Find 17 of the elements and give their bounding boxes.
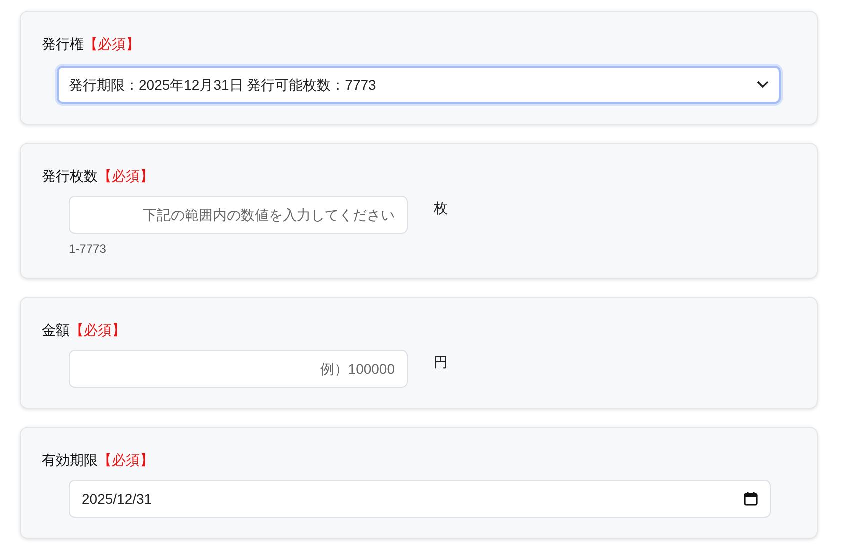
field-label: 発行枚数 [42, 167, 98, 186]
number-input-field[interactable]: 下記の範囲内の数値を入力してください [69, 196, 408, 234]
required-mark: 【必須】 [84, 35, 140, 54]
calendar-icon[interactable] [744, 492, 758, 506]
field-label: 金額 [42, 321, 70, 340]
unit-label: 枚 [434, 199, 448, 218]
required-mark: 【必須】 [98, 451, 154, 470]
issue-right-select[interactable]: 発行期限：2025年12月31日 発行可能枚数：7773 [57, 66, 781, 104]
range-hint: 1-7773 [69, 241, 108, 258]
chevron-down-icon [757, 81, 769, 89]
field-label: 発行権 [42, 35, 84, 54]
field-label: 有効期限 [42, 451, 98, 470]
date-input-field[interactable]: 2025/12/31 [69, 480, 771, 518]
required-mark: 【必須】 [98, 167, 154, 186]
required-mark: 【必須】 [70, 321, 126, 340]
number-input-field[interactable]: 例）100000 [69, 350, 408, 388]
unit-label: 円 [434, 353, 448, 372]
